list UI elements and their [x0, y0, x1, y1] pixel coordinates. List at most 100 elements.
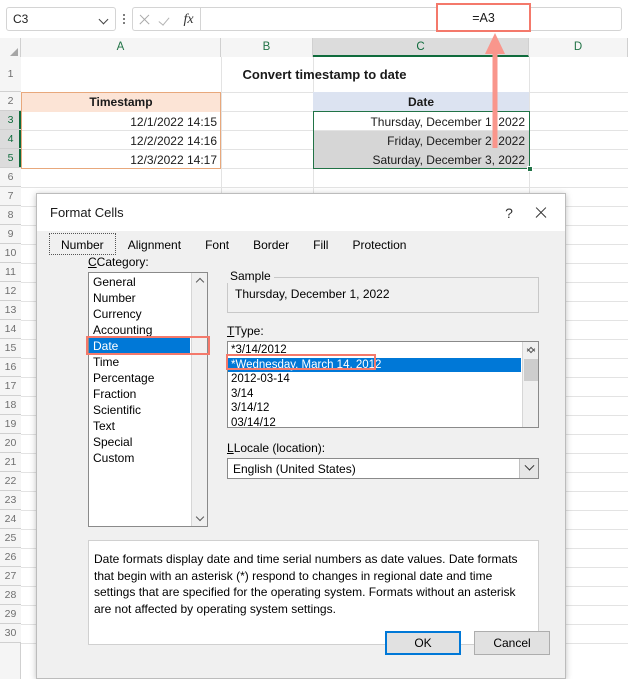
row-header-3[interactable]: 3 [0, 111, 21, 130]
ok-button[interactable]: OK [385, 631, 461, 655]
row-header-28[interactable]: 28 [0, 586, 21, 605]
chevron-down-icon[interactable] [519, 459, 538, 478]
scroll-thumb[interactable] [524, 359, 538, 381]
row-header-19[interactable]: 19 [0, 415, 21, 434]
formula-annotation-text: =A3 [472, 11, 495, 25]
locale-label: LLocale (location): [227, 441, 325, 455]
category-item-scientific[interactable]: Scientific [89, 402, 190, 418]
category-item-fraction[interactable]: Fraction [89, 386, 190, 402]
type-label-text: Type: [234, 324, 263, 338]
category-list[interactable]: GeneralNumberCurrencyAccountingDateTimeP… [88, 272, 208, 527]
cell-a5[interactable]: 12/3/2022 14:17 [21, 150, 221, 169]
cell-a2-timestamp-header[interactable]: Timestamp [21, 92, 221, 112]
column-header-d[interactable]: D [529, 38, 628, 57]
category-item-date[interactable]: Date [89, 338, 190, 354]
type-item-3[interactable]: 3/14 [228, 387, 521, 402]
sample-label: Sample [227, 269, 274, 283]
row-header-7[interactable]: 7 [0, 187, 21, 206]
category-item-accounting[interactable]: Accounting [89, 322, 190, 338]
row-header-26[interactable]: 26 [0, 548, 21, 567]
locale-dropdown[interactable]: English (United States) [227, 458, 539, 479]
locale-label-text: Locale (location): [234, 441, 325, 455]
formula-bar: C3 fx [0, 0, 628, 38]
chevron-down-icon[interactable] [100, 15, 109, 24]
type-item-0[interactable]: *3/14/2012 [228, 343, 521, 358]
type-list[interactable]: *3/14/2012*Wednesday, March 14, 20122012… [227, 341, 539, 428]
type-item-4[interactable]: 3/14/12 [228, 401, 521, 416]
row-header-21[interactable]: 21 [0, 453, 21, 472]
select-all-corner[interactable] [0, 38, 21, 57]
scroll-up-icon[interactable] [192, 273, 208, 289]
category-scrollbar[interactable] [191, 273, 207, 526]
cancel-button[interactable]: Cancel [474, 631, 550, 655]
category-label: CCategory: [88, 255, 149, 269]
help-button[interactable]: ? [493, 199, 525, 227]
category-item-time[interactable]: Time [89, 354, 190, 370]
column-header-b[interactable]: B [221, 38, 313, 57]
category-item-special[interactable]: Special [89, 434, 190, 450]
row-header-8[interactable]: 8 [0, 206, 21, 225]
cell-c5[interactable]: Saturday, December 3, 2022 [313, 150, 529, 169]
close-icon [534, 206, 548, 220]
type-label: TType: [227, 324, 264, 338]
category-item-currency[interactable]: Currency [89, 306, 190, 322]
column-header-a[interactable]: A [21, 38, 221, 57]
row-header-1[interactable]: 1 [0, 57, 21, 92]
type-scrollbar[interactable] [522, 342, 538, 427]
formula-input[interactable] [200, 7, 622, 31]
type-item-2[interactable]: 2012-03-14 [228, 372, 521, 387]
close-button[interactable] [525, 199, 557, 227]
cell-title[interactable]: Convert timestamp to date [21, 57, 628, 92]
row-header-4[interactable]: 4 [0, 130, 21, 149]
row-header-27[interactable]: 27 [0, 567, 21, 586]
row-header-11[interactable]: 11 [0, 263, 21, 282]
annotation-arrow [483, 30, 507, 148]
dialog-title-bar[interactable]: Format Cells ? [37, 194, 565, 231]
row-header-10[interactable]: 10 [0, 244, 21, 263]
row-header-13[interactable]: 13 [0, 301, 21, 320]
scroll-down-icon[interactable] [192, 510, 208, 526]
name-box-value: C3 [13, 12, 100, 26]
format-cells-dialog: Format Cells ? Number Alignment Font Bor… [36, 193, 566, 679]
fx-icon[interactable]: fx [181, 12, 196, 27]
row-header-9[interactable]: 9 [0, 225, 21, 244]
category-item-percentage[interactable]: Percentage [89, 370, 190, 386]
category-item-custom[interactable]: Custom [89, 450, 190, 466]
row-header-16[interactable]: 16 [0, 358, 21, 377]
row-header-23[interactable]: 23 [0, 491, 21, 510]
row-header-24[interactable]: 24 [0, 510, 21, 529]
row-header-6[interactable]: 6 [0, 168, 21, 187]
row-header-5[interactable]: 5 [0, 149, 21, 168]
name-box[interactable]: C3 [6, 7, 116, 31]
tab-fill[interactable]: Fill [301, 233, 340, 255]
tab-protection[interactable]: Protection [340, 233, 418, 255]
close-x-icon[interactable] [137, 12, 152, 27]
tab-font[interactable]: Font [193, 233, 241, 255]
cell-a4[interactable]: 12/2/2022 14:16 [21, 131, 221, 150]
row-header-29[interactable]: 29 [0, 605, 21, 624]
row-header-12[interactable]: 12 [0, 282, 21, 301]
tab-border[interactable]: Border [241, 233, 301, 255]
row-header-2[interactable]: 2 [0, 92, 21, 111]
row-header-25[interactable]: 25 [0, 529, 21, 548]
type-item-5[interactable]: 03/14/12 [228, 416, 521, 429]
category-item-number[interactable]: Number [89, 290, 190, 306]
check-icon[interactable] [159, 12, 174, 27]
row-header-18[interactable]: 18 [0, 396, 21, 415]
tab-alignment[interactable]: Alignment [116, 233, 193, 255]
row-header-20[interactable]: 20 [0, 434, 21, 453]
row-header-column: 1234567891011121314151617181920212223242… [0, 57, 21, 679]
category-item-general[interactable]: General [89, 274, 190, 290]
row-header-14[interactable]: 14 [0, 320, 21, 339]
row-header-15[interactable]: 15 [0, 339, 21, 358]
category-item-text[interactable]: Text [89, 418, 190, 434]
row-header-17[interactable]: 17 [0, 377, 21, 396]
cell-a3[interactable]: 12/1/2022 14:15 [21, 112, 221, 131]
tab-number[interactable]: Number [49, 233, 116, 255]
row-header-22[interactable]: 22 [0, 472, 21, 491]
dialog-body: CCategory: GeneralNumberCurrencyAccounti… [37, 255, 565, 678]
vertical-dots-icon[interactable] [116, 7, 132, 31]
locale-value: English (United States) [228, 462, 519, 476]
type-item-1[interactable]: *Wednesday, March 14, 2012 [228, 358, 521, 373]
row-header-30[interactable]: 30 [0, 624, 21, 643]
